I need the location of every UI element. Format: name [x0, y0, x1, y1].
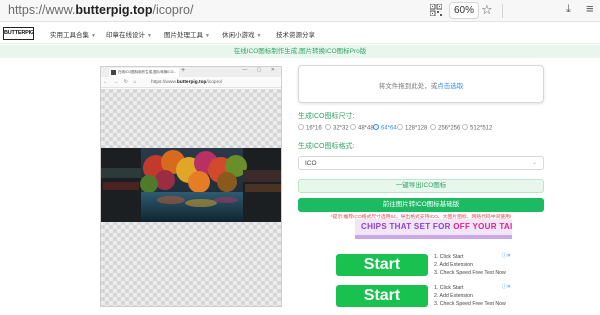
size-option-128[interactable]: 128*128 [397, 124, 428, 132]
ad-step: 1. Click Start [434, 254, 464, 260]
bookmark-star-icon[interactable]: ☆ [481, 2, 493, 18]
size-option-label: 48*48 [358, 125, 374, 132]
ad-step: 1. Click Start [434, 285, 464, 291]
size-option-64[interactable]: 64*64 [373, 124, 397, 132]
url-prefix: https://www. [8, 3, 76, 17]
nav-item-games[interactable]: 休闲小游戏 ▼ [222, 29, 261, 39]
upload-text: 将文件拖到此处，或点击选取 [299, 80, 543, 90]
url-domain: butterpig.top [75, 3, 153, 17]
radio-icon [462, 124, 468, 130]
ad-step: 2. Add Extension [434, 262, 473, 268]
preview-url-domain: butterpig.top [176, 80, 207, 85]
window-controls-icon: — ▢ ✕ [242, 67, 279, 73]
nav-label: 技术资源分享 [276, 32, 315, 39]
upload-hint: 将文件拖到此处，或 [378, 83, 438, 90]
preview-url-path: /icopro/ [206, 80, 223, 85]
nav-item-resources[interactable]: 技术资源分享 [276, 29, 315, 39]
url-field[interactable]: https://www.butterpig.top/icopro/ [8, 3, 193, 17]
ad-banner[interactable]: CHIPS THAT SET FOR OFF YOUR TAIL [355, 219, 512, 239]
size-option-label: 32*32 [333, 125, 349, 132]
generate-ico-button[interactable]: 一键导出ICO图标 [298, 179, 544, 193]
preview-urlbar: ← → ↻ ⌂ https://www.butterpig.top/icopro… [101, 77, 281, 88]
nav-label: 印章在线设计 [106, 32, 145, 39]
nav-label: 实用工具合集 [50, 32, 89, 39]
radio-icon [298, 124, 304, 130]
new-tab-icon: + [181, 67, 186, 74]
browser-address-bar: https://www.butterpig.top/icopro/ 60% ☆ … [0, 0, 600, 22]
url-path: /icopro/ [152, 3, 194, 17]
nav-label: 图片处理工具 [164, 32, 203, 39]
ad-close-icon[interactable]: ⓘ✕ [502, 252, 511, 259]
favicon-icon [111, 70, 116, 75]
size-option-256[interactable]: 256*256 [430, 124, 461, 132]
radio-icon [350, 124, 356, 130]
ad-card[interactable]: Start 1. Click Start 2. Add Extension 3.… [334, 252, 512, 278]
chevron-down-icon: ▼ [205, 33, 210, 39]
more-menu-icon[interactable]: ≡ [586, 1, 594, 16]
size-radio-group: 16*16 32*32 48*48 64*64 128*128 256*256 … [298, 124, 558, 135]
ad-start-button[interactable]: Start [336, 285, 428, 307]
toolbar-divider [502, 4, 503, 18]
ad-banner-text-b: OFF YOUR TAIL [453, 222, 512, 231]
ad-banner-text: CHIPS THAT SET FOR OFF YOUR TAIL [361, 222, 512, 231]
ad-banner-stripe [355, 235, 512, 239]
size-label: 生成ICO图标尺寸: [298, 113, 355, 120]
ad-start-button[interactable]: Start [336, 254, 428, 276]
qr-code-icon[interactable] [430, 4, 442, 16]
chevron-down-icon: ▼ [91, 33, 96, 39]
preview-url: https://www.butterpig.top/icopro/ [151, 78, 222, 87]
chevron-down-icon: ⌄ [531, 160, 537, 166]
preview-tabbar: 在线ICO图标制作生成,图片转换ICO... + — ▢ ✕ [101, 67, 281, 77]
page-banner: 在线ICO图标制作生成,图片转换ICO图标Pro版 [0, 45, 600, 58]
nav-item-seal[interactable]: 印章在线设计 ▼ [106, 29, 152, 39]
size-option-label: 128*128 [405, 125, 428, 132]
nav-arrows-icon: ← → ↻ ⌂ [103, 79, 139, 85]
autumn-forest-photo [101, 148, 281, 222]
radio-icon [397, 124, 403, 130]
download-icon[interactable]: ⤓ [566, 3, 571, 16]
size-option-48[interactable]: 48*48 [350, 124, 374, 132]
preview-tab: 在线ICO图标制作生成,图片转换ICO... [109, 68, 179, 77]
format-label: 生成ICO图标格式: [298, 143, 355, 150]
radio-icon [430, 124, 436, 130]
ad-step: 3. Check Speed Free Test Now [434, 301, 506, 307]
upload-link[interactable]: 点击选取 [437, 83, 463, 90]
site-logo[interactable]: BUTTERPIG [3, 27, 34, 40]
preview-url-prefix: https://www. [151, 80, 177, 85]
nav-label: 休闲小游戏 [222, 32, 255, 39]
size-option-32[interactable]: 32*32 [325, 124, 349, 132]
size-option-512[interactable]: 512*512 [462, 124, 493, 132]
ad-card[interactable]: Start 1. Click Start 2. Add Extension 3.… [334, 283, 512, 309]
ad-close-icon[interactable]: ⓘ✕ [502, 283, 511, 290]
format-select-value: ICO [305, 160, 317, 167]
zoom-level[interactable]: 60% [449, 2, 479, 19]
upload-dropzone[interactable]: 将文件拖到此处，或点击选取 [298, 65, 544, 103]
ad-step: 2. Add Extension [434, 293, 473, 299]
nav-item-tools[interactable]: 实用工具合集 ▼ [50, 29, 96, 39]
size-option-label: 16*16 [306, 125, 322, 132]
nav-item-image-tools[interactable]: 图片处理工具 ▼ [164, 29, 210, 39]
radio-icon [325, 124, 331, 130]
ad-banner-text-a: CHIPS THAT SET FOR [361, 222, 454, 231]
chevron-down-icon: ▼ [256, 33, 262, 39]
size-option-label: 256*256 [438, 125, 461, 132]
format-select[interactable]: ICO ⌄ [298, 156, 544, 170]
ad-steps: 1. Click Start 2. Add Extension 3. Check… [434, 284, 506, 308]
size-option-label: 64*64 [381, 125, 397, 132]
basic-version-button[interactable]: 前往图片转ICO图标基础版 [298, 198, 544, 212]
ad-step: 3. Check Speed Free Test Now [434, 270, 506, 276]
size-option-16[interactable]: 16*16 [298, 124, 322, 132]
preview-image: 在线ICO图标制作生成,图片转换ICO... + — ▢ ✕ ← → ↻ ⌂ h… [100, 66, 282, 307]
preview-tab-title: 在线ICO图标制作生成,图片转换ICO... [118, 70, 177, 74]
size-option-label: 512*512 [470, 125, 493, 132]
ad-steps: 1. Click Start 2. Add Extension 3. Check… [434, 253, 506, 277]
radio-checked-icon [373, 124, 379, 130]
chevron-down-icon: ▼ [147, 33, 152, 39]
